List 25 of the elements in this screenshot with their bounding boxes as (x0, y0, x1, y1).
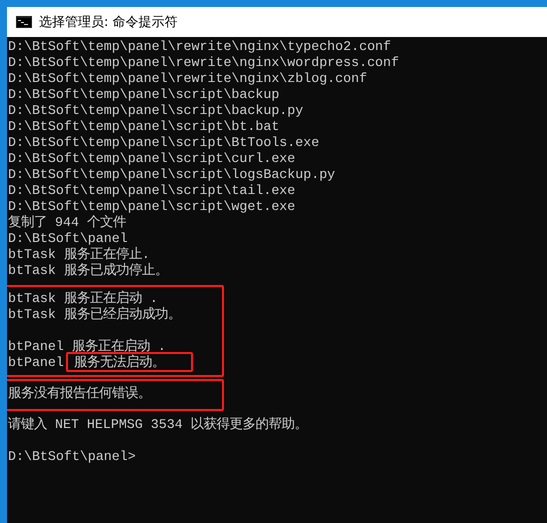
console-line: D:\BtSoft\temp\panel\script\BtTools.exe (8, 135, 320, 150)
console-line: D:\BtSoft\temp\panel\script\backup.py (8, 103, 304, 118)
console-line: D:\BtSoft\temp\panel\script\tail.exe (8, 183, 296, 198)
console-line: D:\BtSoft\temp\panel\script\wget.exe (8, 199, 296, 214)
console-line: btPanel 服务正在启动 . (8, 339, 166, 354)
console-line: btTask 服务正在启动 . (8, 291, 158, 306)
console-line: btTask 服务已成功停止。 (8, 263, 168, 278)
console-line: D:\BtSoft\temp\panel\rewrite\nginx\typecho2.conf (8, 39, 392, 54)
console-line: D:\BtSoft\temp\panel\script\logsBackup.py (8, 167, 336, 182)
console-line: D:\BtSoft\temp\panel\rewrite\nginx\wordpress.conf (8, 55, 399, 70)
console-line: 请键入 NET HELPMSG 3534 以获得更多的帮助。 (8, 417, 308, 432)
console-text: btPanel (8, 355, 64, 370)
console-line: 服务没有报告任何错误。 (8, 386, 151, 401)
console-line: D:\BtSoft\panel> (8, 449, 136, 464)
console-line: D:\BtSoft\temp\panel\script\bt.bat (8, 119, 280, 134)
console-line: D:\BtSoft\temp\panel\rewrite\nginx\zblog.conf (8, 71, 368, 86)
console-line: btTask 服务正在停止. (8, 247, 150, 262)
terminal-icon (16, 16, 32, 28)
console-line: 复制了 944 个文件 (8, 215, 126, 230)
console-line: D:\BtSoft\panel (8, 231, 128, 246)
console-line: D:\BtSoft\temp\panel\script\curl.exe (8, 151, 296, 166)
console-line: btTask 服务已经启动成功。 (8, 307, 181, 322)
console-line: D:\BtSoft\temp\panel\script\backup (8, 87, 280, 102)
window-title: 选择管理员: 命令提示符 (39, 14, 178, 31)
highlighted-text: 服务无法启动。 (66, 352, 193, 372)
